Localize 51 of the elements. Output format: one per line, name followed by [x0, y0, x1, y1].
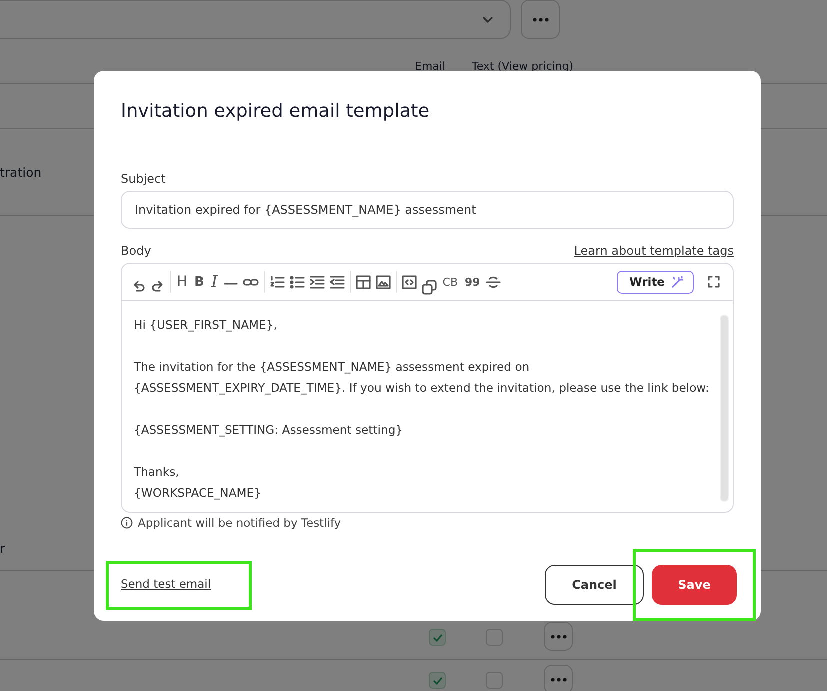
chevron-down-icon: [482, 16, 494, 24]
body-text: The invitation for the {ASSESSMENT_NAME} assessment expired on: [134, 359, 531, 376]
more-icon: [550, 634, 566, 638]
copy-icon[interactable]: [422, 280, 437, 294]
check-icon: [432, 676, 442, 684]
bullet-list-icon[interactable]: [290, 274, 305, 290]
code-icon[interactable]: [402, 274, 417, 290]
checkbox[interactable]: [429, 672, 446, 689]
strikethrough-icon[interactable]: [486, 274, 502, 290]
select-field[interactable]: [0, 0, 511, 39]
row-label: tration: [0, 164, 42, 180]
save-button[interactable]: Save: [652, 565, 737, 605]
format-button[interactable]: H: [175, 275, 190, 289]
format-button[interactable]: CB: [440, 276, 460, 288]
indent-icon[interactable]: [310, 274, 325, 290]
table-icon[interactable]: [356, 274, 371, 290]
format-button[interactable]: 99: [463, 276, 482, 288]
numbered-list-icon[interactable]: [270, 274, 285, 290]
write-button[interactable]: Write: [616, 270, 694, 294]
checkbox[interactable]: [429, 629, 446, 646]
body-text: Hi {USER_FIRST_NAME},: [134, 317, 278, 334]
format-button[interactable]: B: [192, 276, 206, 288]
column-header: Text (View pricing): [472, 60, 574, 73]
more-icon: [550, 678, 566, 682]
info-icon: [121, 517, 133, 529]
column-header: Email: [415, 60, 446, 73]
outdent-icon[interactable]: [330, 274, 345, 290]
body-text: {WORKSPACE_NAME}: [134, 485, 262, 502]
field-label: Subject: [121, 172, 167, 186]
format-button[interactable]: I: [209, 274, 220, 290]
body-text: {ASSESSMENT_SETTING: Assessment setting}: [134, 422, 404, 439]
scrollbar[interactable]: [720, 315, 729, 502]
dialog-title: Invitation expired email template: [121, 101, 431, 122]
more-icon: [532, 18, 548, 22]
help-link[interactable]: Learn about template tags: [574, 244, 734, 258]
cancel-button[interactable]: Cancel: [545, 565, 644, 605]
subject-field[interactable]: Invitation expired for {ASSESSMENT_NAME} assessment: [121, 191, 734, 229]
note-text: Applicant will be notified by Testlify: [138, 516, 342, 530]
image-icon[interactable]: [376, 274, 391, 290]
magic-wand-icon: [671, 276, 683, 288]
undo-icon[interactable]: [132, 278, 146, 294]
body-text: {ASSESSMENT_EXPIRY_DATE_TIME}. If you wish to extend the invitation, please use the link below:: [134, 380, 710, 397]
send-test-link[interactable]: Send test email: [121, 576, 212, 590]
row-label: r: [0, 541, 6, 556]
more-button[interactable]: [544, 665, 573, 691]
check-icon: [432, 634, 442, 642]
field-label: Body: [121, 244, 152, 258]
redo-icon[interactable]: [151, 278, 165, 294]
more-button[interactable]: [544, 622, 573, 651]
expand-icon[interactable]: [708, 276, 720, 288]
body-text: Thanks,: [134, 464, 180, 481]
